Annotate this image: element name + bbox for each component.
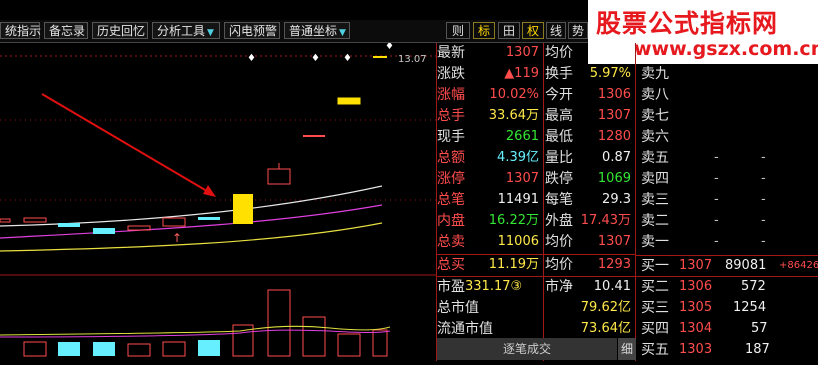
- ma-line-magenta: [0, 204, 383, 239]
- quote-row: 最低 1280: [545, 129, 631, 145]
- quote-row: 涨幅 10.02%: [437, 87, 539, 103]
- quote-row: 总手 33.64万: [437, 108, 539, 124]
- tick-by-tick-button[interactable]: 逐笔成交: [437, 338, 617, 360]
- toolbar-history-recall[interactable]: 历史回忆: [92, 22, 148, 39]
- float-cap-row: 流通市值 73.64亿: [437, 321, 631, 337]
- tab-xian[interactable]: 线: [546, 22, 566, 39]
- pe-row: 市盈 331.17③ 市净 10.41: [437, 279, 631, 295]
- volume-bar: [93, 342, 115, 356]
- marker-plus: ♦: [311, 53, 320, 64]
- quote-row: 跌停 1069: [545, 171, 631, 187]
- quote-row: 外盘 17.43万: [545, 213, 631, 229]
- market-cap-row: 总市值 79.62亿: [437, 300, 631, 316]
- candle: [23, 217, 47, 223]
- toolbar-analysis-tools[interactable]: 分析工具 ▼: [152, 22, 220, 39]
- quote-row: 总买 11.19万: [437, 257, 539, 273]
- tab-biao[interactable]: 标: [473, 22, 495, 39]
- order-book-buy: 买二 1306 572: [641, 279, 766, 295]
- kline-chart[interactable]: ♦ ♦ ♦ ♦ ↑ 13.07: [0, 41, 437, 361]
- volume-bar: [337, 333, 361, 357]
- annotation-arrow: [41, 93, 213, 195]
- order-book-buy: 买五 1303 187: [641, 342, 770, 358]
- quote-row: 均价 1293: [545, 257, 631, 273]
- order-book-sell: 卖一 - -: [641, 234, 766, 250]
- quote-row: 总笔 11491: [437, 192, 539, 208]
- quote-row: 最高 1307: [545, 108, 631, 124]
- quote-row: 最新 1307: [437, 45, 539, 61]
- toolbar-system-indicator[interactable]: 统指示: [0, 22, 41, 39]
- order-book-sell: 卖九: [641, 66, 669, 82]
- quote-row: 总额 4.39亿: [437, 150, 539, 166]
- volume-bar: [127, 343, 151, 357]
- candle: [373, 56, 387, 58]
- toolbar-flash-alert[interactable]: 闪电预警: [224, 22, 280, 39]
- order-book-sell: 卖二 - -: [641, 213, 766, 229]
- quote-row: 换手 5.97%: [545, 66, 631, 82]
- quote-row: 涨跌 ▲119: [437, 66, 539, 82]
- order-book-sell: 卖六: [641, 129, 669, 145]
- order-book-sell: 卖四 - -: [641, 171, 766, 187]
- quote-row: 均价: [545, 45, 573, 61]
- volume-bar: [267, 289, 291, 357]
- order-book-sell: 卖三 - -: [641, 192, 766, 208]
- volume-bar: [198, 340, 220, 356]
- quote-row: 涨停 1307: [437, 171, 539, 187]
- order-book-buy: 买一 1307 89081 +86426: [641, 258, 818, 274]
- candle: [198, 217, 220, 220]
- toolbar-normal-coordinates[interactable]: 普通坐标 ▼: [284, 22, 350, 39]
- volume-ma-magenta: [0, 329, 391, 338]
- order-book-buy: 买四 1304 57: [641, 321, 768, 337]
- chevron-down-icon: ▼: [207, 28, 214, 38]
- quote-panel: 最新 1307 涨跌 ▲119 涨幅 10.02% 总手 33.64万 现手 2661 总…: [437, 43, 818, 361]
- tab-ze[interactable]: 则: [446, 22, 470, 39]
- pink-marker: ↑: [172, 231, 182, 245]
- candle-limit-up: [233, 194, 253, 224]
- order-book-sell: 卖七: [641, 108, 669, 124]
- quote-row: 总卖 11006: [437, 234, 539, 250]
- quote-row: 内盘 16.22万: [437, 213, 539, 229]
- quote-row: 每笔 29.3: [545, 192, 631, 208]
- candle: [0, 218, 11, 223]
- tab-shi[interactable]: 势: [568, 22, 588, 39]
- watermark-title: 股票公式指标网: [596, 9, 779, 38]
- candle: [267, 168, 291, 185]
- quote-row: 现手 2661: [437, 129, 539, 145]
- tab-quan[interactable]: 权: [522, 22, 544, 39]
- quote-row: 均价 1307: [545, 234, 631, 250]
- ma-line-white: [0, 185, 383, 227]
- quote-row: 量比 0.87: [545, 150, 631, 166]
- tab-tian[interactable]: 田: [498, 22, 520, 39]
- volume-bar: [162, 341, 186, 357]
- marker-plus: ♦: [343, 53, 352, 64]
- kline-svg: ♦ ♦ ♦ ♦ ↑: [0, 41, 436, 357]
- toolbar-memo[interactable]: 备忘录: [44, 22, 88, 39]
- volume-bar: [58, 342, 80, 356]
- annotation-arrowhead: [203, 185, 216, 197]
- candle: [162, 217, 186, 227]
- marker-plus: ♦: [385, 43, 394, 52]
- candle: [337, 97, 361, 105]
- chevron-down-icon: ▼: [339, 28, 346, 38]
- price-label: 13.07: [398, 54, 427, 65]
- order-book-buy: 买三 1305 1254: [641, 300, 767, 316]
- volume-bar: [23, 341, 47, 357]
- quote-row: 今开 1306: [545, 87, 631, 103]
- order-book-sell: 卖八: [641, 87, 669, 103]
- candle: [93, 228, 115, 234]
- volume-bar: [372, 329, 388, 357]
- candle: [303, 135, 325, 137]
- candle: [58, 223, 80, 227]
- volume-bar: [302, 316, 326, 357]
- marker-plus: ♦: [247, 53, 256, 64]
- detail-button[interactable]: 细: [618, 338, 636, 360]
- order-book-sell: 卖五 - -: [641, 150, 766, 166]
